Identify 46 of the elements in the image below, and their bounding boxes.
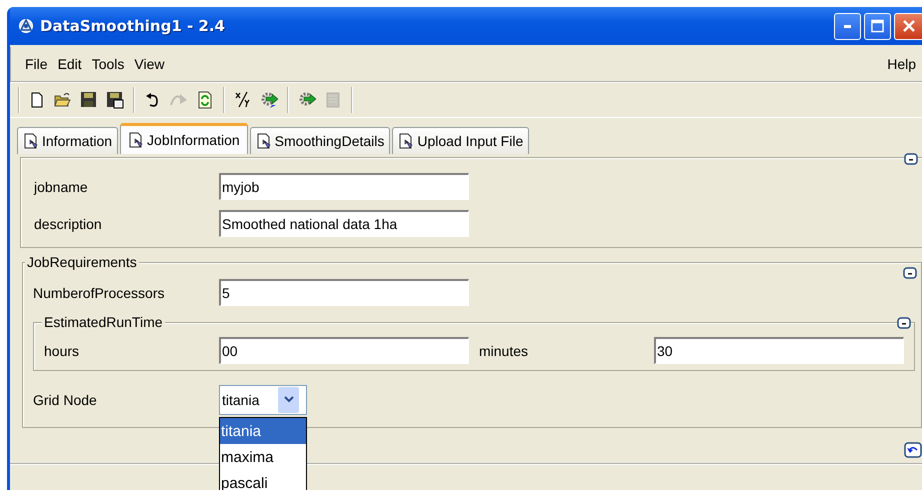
chevron-down-icon [284, 396, 294, 404]
menu-item[interactable]: Edit [54, 54, 86, 74]
minimize-button[interactable] [834, 12, 861, 40]
tab[interactable]: Upload Input File [392, 127, 530, 154]
document-icon [324, 91, 342, 109]
collapse-icon [904, 153, 918, 165]
menu-item[interactable]: File [21, 54, 52, 74]
window-title: DataSmoothing1 - 2.4 [40, 17, 226, 35]
maximize-icon [871, 19, 884, 33]
document-arrow-icon [23, 133, 39, 149]
text-field[interactable]: 5 [219, 279, 469, 306]
close-icon [902, 19, 916, 33]
text-field[interactable]: myjob [219, 173, 469, 200]
group-title: EstimatedRunTime [42, 314, 165, 330]
collapse-icon [903, 267, 917, 279]
open-folder-icon [54, 91, 72, 109]
menu-item[interactable]: View [130, 54, 168, 74]
group-title: JobRequirements [25, 254, 139, 270]
menu-item[interactable]: Tools [88, 54, 128, 74]
document-arrow-icon [128, 132, 144, 148]
tab[interactable]: JobInformation [120, 123, 248, 154]
field-label: minutes [479, 342, 530, 358]
field-label: NumberofProcessors [33, 284, 166, 300]
maximize-button[interactable] [864, 12, 891, 40]
app-logo-icon [18, 18, 34, 34]
text-field[interactable]: 00 [219, 337, 469, 364]
field-label: Grid Node [33, 392, 98, 408]
field-label: jobname [34, 178, 89, 194]
field-label: description [34, 216, 103, 232]
text-field[interactable]: 30 [654, 337, 904, 364]
gear-arrow-icon [260, 91, 278, 109]
minimize-icon [844, 24, 851, 28]
collapse-icon [897, 317, 911, 329]
document-arrow-icon [398, 133, 414, 149]
document-arrow-icon [256, 133, 272, 149]
dropdown-option[interactable]: titania [220, 418, 306, 444]
close-button[interactable] [894, 12, 922, 40]
menu-item[interactable]: Help [883, 54, 920, 74]
dropdown-option[interactable]: maxima [220, 444, 306, 470]
dropdown[interactable]: titania [219, 385, 307, 415]
tab[interactable]: Information [17, 127, 118, 154]
tab[interactable]: SmoothingDetails [250, 127, 390, 154]
refresh-document-icon [196, 91, 214, 109]
text-field[interactable]: Smoothed national data 1ha [219, 210, 469, 237]
fraction-xy-icon [234, 91, 252, 109]
field-label: hours [44, 342, 80, 358]
